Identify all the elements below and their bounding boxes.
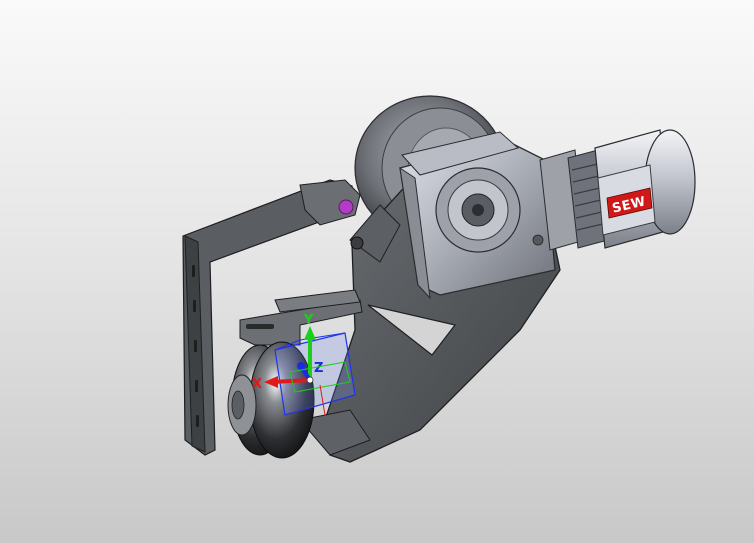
cad-viewport[interactable]: SEW Y X Z <box>0 0 754 543</box>
z-axis-arrowhead <box>297 362 305 370</box>
assembly-model[interactable]: SEW Y X Z <box>0 0 754 543</box>
y-axis-label: Y <box>303 313 314 328</box>
worm-gearbox[interactable] <box>399 131 556 300</box>
pivot-bolt[interactable] <box>338 199 354 215</box>
electric-motor[interactable]: SEW <box>594 129 696 249</box>
x-axis-label: X <box>252 377 262 392</box>
z-axis-label: Z <box>314 361 323 376</box>
triad-origin <box>306 376 314 384</box>
y-axis-arrowhead <box>304 326 316 340</box>
